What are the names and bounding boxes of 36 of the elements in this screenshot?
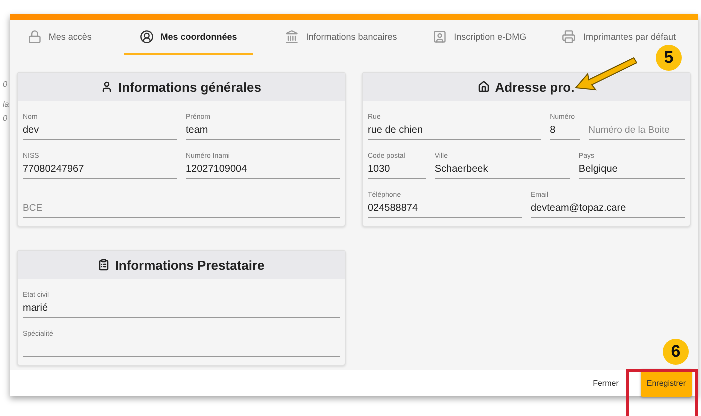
- arrow-icon: [574, 56, 638, 92]
- home-icon: [478, 81, 490, 93]
- printer-icon: [562, 30, 576, 44]
- text-field[interactable]: Belgique: [578, 162, 685, 179]
- text-field[interactable]: Numéro de la Boite: [588, 123, 685, 140]
- background-text: 0: [3, 80, 8, 89]
- tab[interactable]: Inscription e-DMG: [429, 28, 531, 46]
- text-field[interactable]: 1030: [368, 162, 426, 179]
- text-field[interactable]: 77080247967: [23, 162, 177, 179]
- background-text: la: [3, 100, 10, 109]
- tab[interactable]: Mes coordonnées: [124, 20, 254, 55]
- text-field[interactable]: dev: [23, 123, 177, 140]
- text-field[interactable]: 12027109004: [186, 162, 340, 179]
- bank-icon: [285, 30, 300, 44]
- tab[interactable]: Mes accès: [24, 28, 96, 46]
- user-circle-icon: [140, 30, 154, 44]
- text-field[interactable]: BCE: [23, 201, 340, 218]
- clipboard-icon: [98, 259, 110, 271]
- highlight-frame: [626, 369, 698, 416]
- close-button[interactable]: Fermer: [589, 374, 623, 392]
- text-field[interactable]: marié: [23, 301, 340, 318]
- contact-card-icon: [433, 30, 448, 44]
- text-field[interactable]: 8: [550, 123, 580, 140]
- text-field[interactable]: Schaerbeek: [434, 162, 570, 179]
- text-field[interactable]: team: [186, 123, 340, 140]
- card-title: Informations Prestataire: [115, 258, 265, 272]
- person-icon: [101, 81, 114, 93]
- tab[interactable]: Imprimantes par défaut: [558, 28, 680, 46]
- text-field[interactable]: 024588874: [368, 201, 522, 218]
- card-title: Adresse pro.: [495, 80, 575, 94]
- card-title: Informations générales: [118, 80, 262, 94]
- background-text: 0: [3, 114, 8, 123]
- text-field[interactable]: rue de chien: [368, 123, 542, 140]
- text-field[interactable]: devteam@topaz.care: [531, 201, 685, 218]
- tab[interactable]: Informations bancaires: [281, 28, 402, 46]
- lock-icon: [28, 30, 42, 44]
